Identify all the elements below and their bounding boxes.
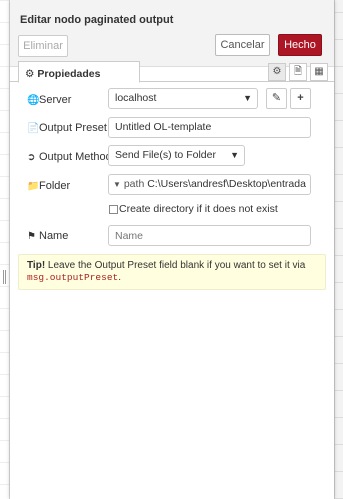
dialog-header: Editar nodo paginated output Eliminar Ca… [10,0,334,67]
create-directory-label: Create directory if it does not exist [119,203,278,215]
tip-code: msg.outputPreset [27,272,119,283]
done-button[interactable]: Hecho [278,34,322,56]
gear-icon: ⚙ [25,68,35,80]
dialog-title: Editar nodo paginated output [20,14,174,26]
tab-description-document-icon[interactable]: 🗎 [289,63,307,81]
cancel-button[interactable]: Cancelar [215,34,270,56]
server-label: 🌐Server [27,94,72,106]
edit-node-dialog: Editar nodo paginated output Eliminar Ca… [10,0,334,499]
workspace-left-edge [0,0,10,499]
add-server-plus-icon[interactable]: + [290,88,311,109]
server-select[interactable]: localhost ▼ [108,88,258,109]
name-label: ⚑ Name [27,230,69,242]
tip-text: Leave the Output Preset field blank if y… [45,260,306,271]
folder-icon: 📁 [27,181,40,192]
edit-server-pencil-icon[interactable]: ✎ [266,88,287,109]
output-preset-input[interactable]: Untitled OL-template [108,117,311,138]
create-directory-checkbox[interactable] [109,205,118,214]
tab-properties[interactable]: ⚙ Propiedades [18,61,140,83]
output-method-label: ➲ Output Method [27,151,112,163]
folder-type-label: path [123,178,145,190]
folder-value: C:\Users\andresf\Desktop\entrada [147,178,306,190]
left-resize-handle[interactable] [3,270,6,284]
name-input[interactable] [108,225,311,246]
folder-label: 📁Folder [27,180,71,192]
tip-end: . [118,272,121,283]
output-method-value: Send File(s) to Folder [115,149,216,161]
tab-appearance-layout-icon[interactable]: ▦ [310,63,328,81]
type-selector-caret-icon[interactable]: ▼ [113,180,121,189]
tab-properties-label: Propiedades [37,68,101,80]
chevron-down-icon: ▼ [243,93,252,103]
output-method-select[interactable]: Send File(s) to Folder ▼ [108,145,245,166]
tab-settings-gear-icon[interactable]: ⚙ [268,63,286,81]
tip-box: Tip! Leave the Output Preset field blank… [18,254,326,290]
tag-icon: ⚑ [27,231,36,242]
delete-button[interactable]: Eliminar [18,35,68,57]
file-icon: 📄 [27,123,40,134]
tip-heading: Tip! [27,260,46,271]
globe-icon: 🌐 [27,95,40,106]
chevron-down-icon: ▼ [230,150,239,160]
server-value: localhost [115,92,157,104]
folder-typed-input[interactable]: ▼ path C:\Users\andresf\Desktop\entrada [108,174,311,195]
tabs-row: ⚙ Propiedades ⚙ 🗎 ▦ [10,60,334,83]
sign-out-icon: ➲ [27,152,36,163]
workspace-right-edge [334,0,343,499]
output-preset-label: 📄Output Preset [27,122,107,134]
